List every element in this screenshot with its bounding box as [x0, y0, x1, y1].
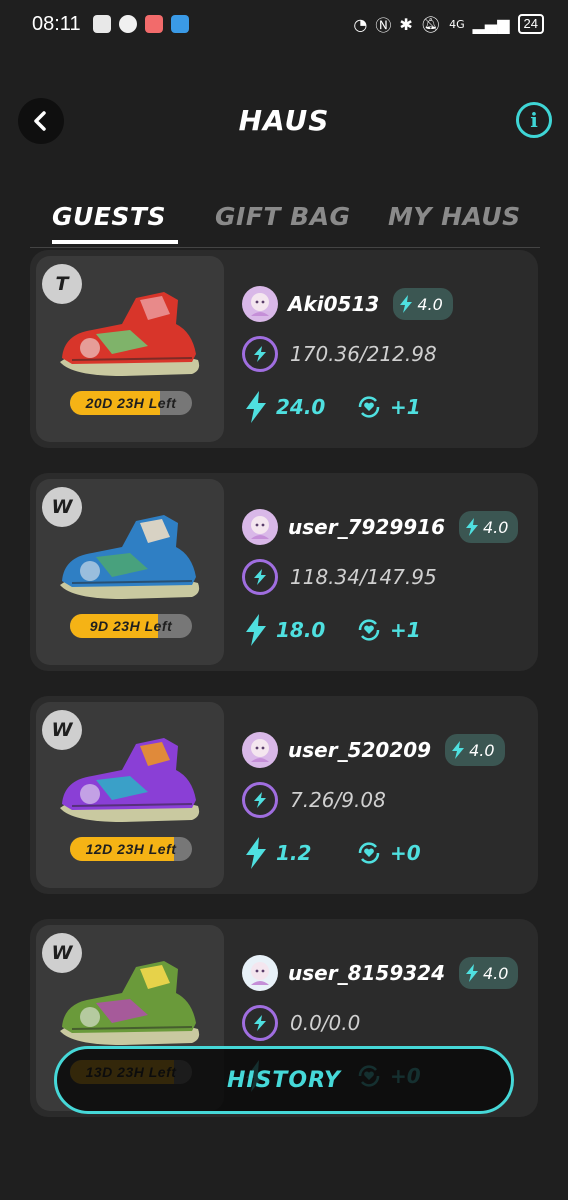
time-left-label: 12D 23H Left	[85, 841, 177, 857]
rarity-badge: W	[42, 933, 82, 973]
guest-card[interactable]: T 20D 23H Left Aki0513 4.0 170.36/212.98…	[30, 250, 538, 448]
heart-stat: +1	[356, 617, 421, 643]
bolt-icon	[246, 837, 266, 869]
level-badge: 4.0	[458, 511, 519, 543]
level-badge: 4.0	[393, 288, 453, 320]
time-left-bar: 20D 23H Left	[70, 391, 192, 415]
energy-icon	[242, 1005, 278, 1041]
avatar-face-icon	[251, 739, 269, 762]
energy-icon	[242, 782, 278, 818]
status-bar: 08:11 ◔ Ⓝ ✱ 🔕︎ 4G ▂▄▆ 24	[0, 0, 568, 48]
guest-card[interactable]: W 9D 23H Left user_7929916 4.0 118.34/14…	[30, 473, 538, 671]
wechat-app-icon	[118, 15, 137, 33]
avatar-face-icon	[251, 962, 269, 985]
mute-icon: 🔕︎	[420, 14, 442, 34]
bolt-icon	[246, 391, 266, 423]
bolt-stat: 24.0	[244, 391, 356, 423]
battery-indicator: 24	[517, 14, 544, 34]
header: HAUS i	[0, 90, 568, 150]
heart-stat: +0	[356, 840, 421, 866]
energy-icon	[242, 559, 278, 595]
signal-icon: ▂▄▆	[472, 14, 510, 34]
history-label: HISTORY	[226, 1067, 341, 1093]
active-tab-indicator	[52, 240, 178, 244]
heart-sync-icon	[358, 396, 380, 418]
status-time: 08:11	[32, 12, 81, 35]
time-left-bar: 12D 23H Left	[70, 837, 192, 861]
rarity-badge: W	[42, 487, 82, 527]
energy-value: 0.0/0.0	[290, 1011, 361, 1035]
energy-value: 118.34/147.95	[290, 565, 437, 589]
speed-icon: ◔	[353, 14, 368, 34]
heart-sync-icon	[358, 619, 380, 641]
energy-icon	[242, 336, 278, 372]
username: user_7929916	[288, 515, 445, 539]
search-app-icon	[170, 15, 189, 33]
guest-card[interactable]: W 12D 23H Left user_520209 4.0 7.26/9.08…	[30, 696, 538, 894]
time-left-label: 20D 23H Left	[85, 395, 177, 411]
avatar	[242, 732, 278, 768]
username: Aki0513	[288, 292, 380, 316]
bolt-value: 1.2	[276, 841, 312, 865]
tab-gift-bag[interactable]: GIFT BAG	[215, 202, 351, 231]
heart-sync-icon	[358, 842, 380, 864]
time-left-bar: 9D 23H Left	[70, 614, 192, 638]
avatar	[242, 509, 278, 545]
info-icon: i	[530, 108, 538, 132]
info-button[interactable]: i	[516, 102, 552, 138]
bolt-stat: 18.0	[244, 614, 356, 646]
avatar-face-icon	[251, 516, 269, 539]
shop-app-icon	[144, 15, 163, 33]
bolt-icon	[246, 614, 266, 646]
tab-my-haus[interactable]: MY HAUS	[388, 202, 521, 231]
sneaker-image-box: T 20D 23H Left	[36, 256, 224, 442]
tab-guests[interactable]: GUESTS	[52, 202, 166, 231]
avatar	[242, 286, 278, 322]
heart-value: +1	[390, 618, 421, 642]
lightning-icon	[400, 295, 413, 313]
heart-value: +1	[390, 395, 421, 419]
bolt-value: 24.0	[276, 395, 326, 419]
guest-info: user_520209 4.0 7.26/9.08 1.2 +0	[242, 696, 532, 894]
page-title: HAUS	[238, 104, 330, 137]
time-left-label: 9D 23H Left	[89, 618, 173, 634]
bluetooth-icon: ✱	[399, 14, 413, 34]
avatar	[242, 955, 278, 991]
nfc-icon: Ⓝ	[375, 16, 392, 35]
sneaker-image	[60, 515, 200, 599]
sneaker-image-box: W 12D 23H Left	[36, 702, 224, 888]
tab-bar: GUESTS GIFT BAG MY HAUS	[30, 196, 540, 248]
history-button[interactable]: HISTORY	[54, 1046, 514, 1114]
sneaker-image	[60, 292, 200, 376]
sneaker-image	[60, 961, 200, 1045]
avatar-face-icon	[251, 293, 269, 316]
bolt-value: 18.0	[276, 618, 326, 642]
heart-value: +0	[390, 841, 421, 865]
guest-info: user_7929916 4.0 118.34/147.95 18.0 +1	[242, 473, 532, 671]
username: user_520209	[288, 738, 432, 762]
guest-info: Aki0513 4.0 170.36/212.98 24.0 +1	[242, 250, 532, 448]
dianping-app-icon	[92, 15, 111, 33]
energy-value: 170.36/212.98	[290, 342, 437, 366]
lightning-icon	[465, 518, 478, 536]
rarity-badge: W	[42, 710, 82, 750]
heart-stat: +1	[356, 394, 421, 420]
rarity-badge: T	[42, 264, 82, 304]
lightning-icon	[452, 741, 465, 759]
network-type: 4G	[449, 17, 465, 31]
lightning-icon	[465, 964, 478, 982]
sneaker-image	[60, 738, 200, 822]
bolt-stat: 1.2	[244, 837, 356, 869]
level-badge: 4.0	[445, 734, 505, 766]
sneaker-image-box: W 9D 23H Left	[36, 479, 224, 665]
username: user_8159324	[288, 961, 445, 985]
energy-value: 7.26/9.08	[290, 788, 386, 812]
level-badge: 4.0	[458, 957, 519, 989]
